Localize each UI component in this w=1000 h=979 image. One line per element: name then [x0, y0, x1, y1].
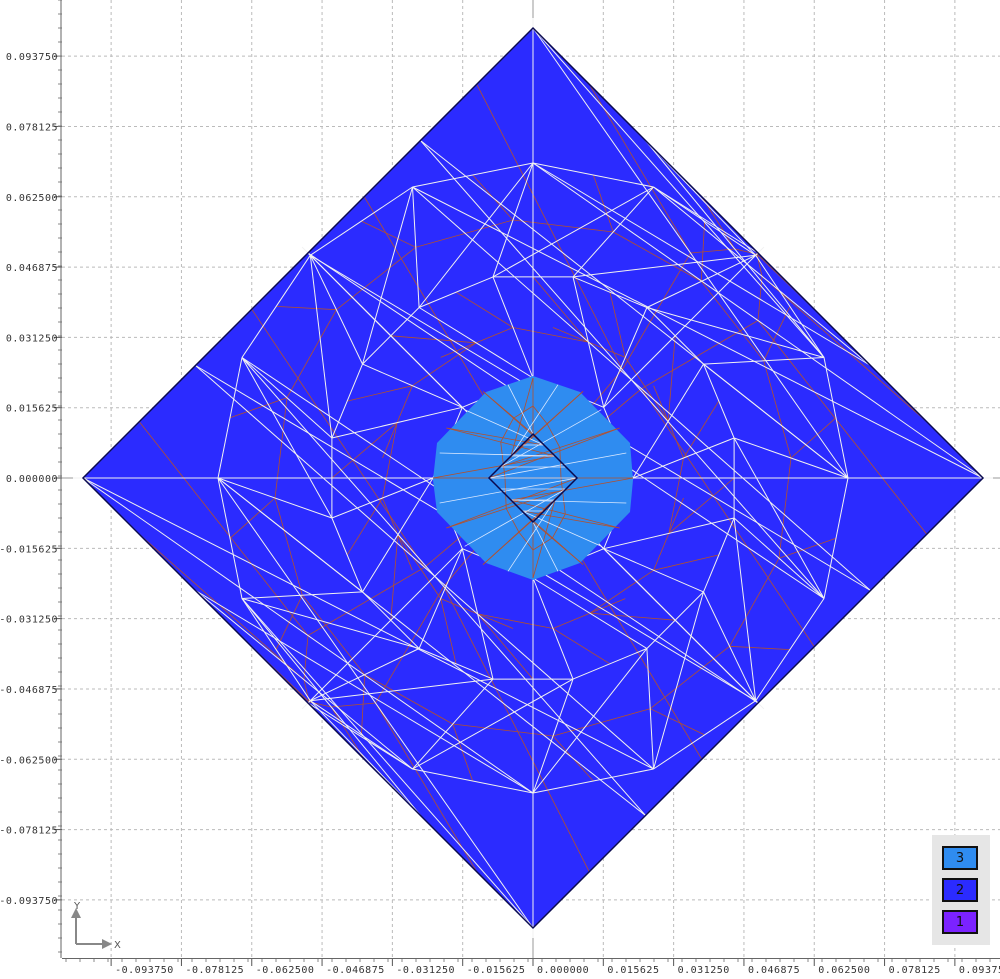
x-tick-label: 0.046875	[748, 965, 800, 975]
y-ruler-ticks: 0.093750 0.078125 0.062500 0.046875 0.031250…	[0, 0, 62, 958]
x-tick-label: -0.093750	[115, 965, 174, 975]
legend-label-2: 2	[955, 882, 965, 898]
y-tick-label: 0.015625	[6, 404, 58, 415]
y-tick-label: 0.031250	[6, 333, 58, 344]
x-tick-label: -0.078125	[185, 965, 244, 975]
x-tick-label: -0.046875	[326, 965, 385, 975]
x-tick-label: 0.078125	[889, 965, 941, 975]
mesh-canvas[interactable]	[0, 0, 1000, 975]
legend-item-2[interactable]: 2	[942, 878, 978, 902]
y-tick-label: 0.046875	[6, 263, 58, 274]
axis-x-label: X	[114, 940, 121, 951]
x-tick-label: 0.000000	[537, 965, 589, 975]
legend-label-1: 1	[955, 914, 965, 930]
y-tick-label: -0.093750	[0, 896, 58, 907]
x-tick-label: 0.062500	[818, 965, 870, 975]
x-tick-label: 0.093750	[959, 965, 1000, 975]
x-ruler-ticks: -0.093750 -0.078125 -0.062500 -0.046875 -0.0…	[62, 958, 1000, 975]
y-tick-label: -0.078125	[0, 826, 58, 837]
y-tick-label: -0.031250	[0, 615, 58, 626]
y-tick-label: 0.078125	[6, 122, 58, 133]
y-tick-label: 0.093750	[6, 52, 58, 63]
y-tick-label: -0.062500	[0, 755, 58, 766]
y-tick-label: 0.062500	[6, 193, 58, 204]
y-tick-label: 0.000000	[6, 474, 58, 485]
mesh-viewport[interactable]: 0.093750 0.078125 0.062500 0.046875 0.031250…	[0, 0, 1000, 975]
x-tick-label: -0.062500	[256, 965, 315, 975]
legend-label-3: 3	[955, 850, 965, 866]
y-tick-label: -0.015625	[0, 544, 58, 555]
x-tick-label: 0.015625	[607, 965, 659, 975]
x-tick-label: -0.015625	[467, 965, 526, 975]
legend-item-3[interactable]: 3	[942, 846, 978, 870]
region-legend: 3 2 1	[932, 835, 990, 945]
x-tick-label: 0.031250	[678, 965, 730, 975]
legend-item-1[interactable]: 1	[942, 910, 978, 934]
x-tick-label: -0.031250	[396, 965, 455, 975]
x-axis-ruler: -0.093750 -0.078125 -0.062500 -0.046875 -0.0…	[62, 958, 1000, 975]
axis-y-label: Y	[73, 901, 81, 912]
y-axis-ruler: 0.093750 0.078125 0.062500 0.046875 0.031250…	[0, 0, 62, 958]
y-tick-label: -0.046875	[0, 685, 58, 696]
axis-triad-icon: Y X	[71, 901, 121, 951]
